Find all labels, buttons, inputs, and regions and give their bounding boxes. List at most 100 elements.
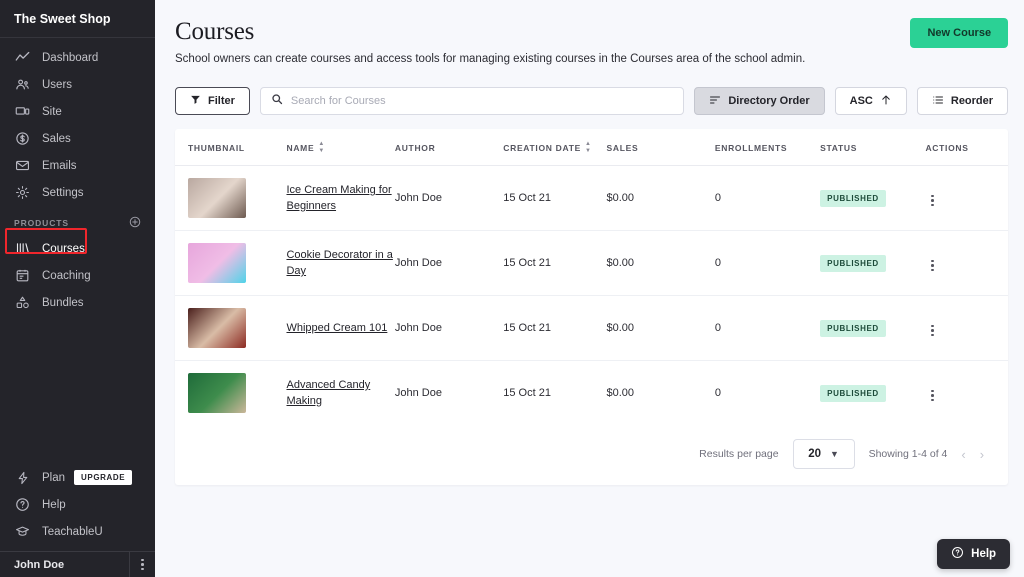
sidebar-item-label: Users (42, 79, 72, 91)
cell-sales: $0.00 (606, 166, 714, 231)
cell-status: PUBLISHED (820, 166, 925, 231)
row-actions-kebab-icon[interactable] (925, 323, 940, 339)
column-label: ACTIONS (925, 143, 968, 153)
sidebar-item-dashboard[interactable]: Dashboard (0, 44, 155, 71)
chevron-down-icon: ▼ (830, 449, 839, 459)
column-label: AUTHOR (395, 143, 436, 153)
sidebar-item-emails[interactable]: Emails (0, 152, 155, 179)
page-title: Courses (175, 18, 910, 46)
app-root: The Sweet Shop Dashboard Users Site (0, 0, 1024, 577)
kebab-dots (931, 390, 934, 402)
sidebar-item-plan[interactable]: Plan UPGRADE (0, 464, 155, 491)
column-name[interactable]: NAME ▲▼ (286, 129, 394, 166)
page-size-select[interactable]: 20 ▼ (793, 439, 855, 469)
new-course-button[interactable]: New Course (910, 18, 1008, 48)
cell-thumbnail (175, 296, 286, 361)
brand-title: The Sweet Shop (0, 0, 155, 38)
sidebar-item-settings[interactable]: Settings (0, 179, 155, 206)
cell-name: Cookie Decorator in a Day (286, 231, 394, 296)
chevron-right-icon[interactable]: › (980, 447, 984, 462)
column-enrollments: ENROLLMENTS (715, 129, 820, 166)
cell-status: PUBLISHED (820, 231, 925, 296)
course-name-link[interactable]: Whipped Cream 101 (286, 320, 387, 336)
sidebar-item-coaching[interactable]: Coaching (0, 262, 155, 289)
question-circle-icon (951, 546, 964, 562)
column-actions: ACTIONS (925, 129, 1008, 166)
courses-table: THUMBNAIL NAME ▲▼ AUTHOR CREATION DATE ▲… (175, 129, 1008, 425)
question-circle-icon (14, 496, 31, 513)
sidebar-nav: Dashboard Users Site Sales (0, 38, 155, 316)
page-arrows: ‹ › (961, 447, 984, 462)
directory-order-label: Directory Order (728, 95, 809, 107)
filter-button[interactable]: Filter (175, 87, 250, 115)
table-row: Ice Cream Making for BeginnersJohn Doe15… (175, 166, 1008, 231)
column-label: SALES (606, 143, 638, 153)
cell-author: John Doe (395, 296, 503, 361)
plus-circle-icon[interactable] (129, 216, 141, 230)
course-name-link[interactable]: Cookie Decorator in a Day (286, 247, 394, 279)
column-label: ENROLLMENTS (715, 143, 787, 153)
sidebar-item-help[interactable]: Help (0, 491, 155, 518)
column-label: STATUS (820, 143, 857, 153)
arrow-up-icon (880, 94, 892, 109)
status-badge: PUBLISHED (820, 255, 886, 272)
cell-author: John Doe (395, 361, 503, 426)
chevron-left-icon[interactable]: ‹ (961, 447, 965, 462)
cell-sales: $0.00 (606, 361, 714, 426)
page-header-text: Courses School owners can create courses… (175, 18, 910, 65)
cell-thumbnail (175, 166, 286, 231)
table-row: Whipped Cream 101John Doe15 Oct 21$0.000… (175, 296, 1008, 361)
help-widget-button[interactable]: Help (937, 539, 1010, 569)
table-row: Advanced Candy MakingJohn Doe15 Oct 21$0… (175, 361, 1008, 426)
cell-author: John Doe (395, 166, 503, 231)
sidebar-item-bundles[interactable]: Bundles (0, 289, 155, 316)
search-icon (271, 92, 283, 110)
sidebar-item-courses[interactable]: Courses (0, 235, 155, 262)
table-head: THUMBNAIL NAME ▲▼ AUTHOR CREATION DATE ▲… (175, 129, 1008, 166)
directory-order-button[interactable]: Directory Order (694, 87, 824, 115)
sidebar-user-footer[interactable]: John Doe (0, 551, 155, 577)
upgrade-button[interactable]: UPGRADE (74, 470, 132, 485)
reorder-button[interactable]: Reorder (917, 87, 1008, 115)
sidebar-item-label: Plan (42, 472, 65, 484)
gear-icon (14, 184, 31, 201)
row-actions-kebab-icon[interactable] (925, 193, 940, 209)
course-name-link[interactable]: Ice Cream Making for Beginners (286, 182, 394, 214)
results-per-page-label: Results per page (699, 448, 778, 460)
dollar-circle-icon (14, 130, 31, 147)
sidebar-item-label: Site (42, 106, 62, 118)
sidebar-item-users[interactable]: Users (0, 71, 155, 98)
courses-table-card: THUMBNAIL NAME ▲▼ AUTHOR CREATION DATE ▲… (175, 129, 1008, 485)
sort-arrows-icon[interactable]: ▲▼ (585, 141, 592, 154)
cell-creation-date: 15 Oct 21 (503, 166, 606, 231)
sidebar-item-teachableu[interactable]: TeachableU (0, 518, 155, 545)
column-status: STATUS (820, 129, 925, 166)
row-actions-kebab-icon[interactable] (925, 388, 940, 404)
course-thumbnail (188, 243, 246, 283)
column-sales: SALES (606, 129, 714, 166)
row-actions-kebab-icon[interactable] (925, 258, 940, 274)
page-subtitle: School owners can create courses and acc… (175, 53, 910, 65)
sidebar-item-label: Sales (42, 133, 71, 145)
asc-sort-button[interactable]: ASC (835, 87, 907, 115)
main-content: Courses School owners can create courses… (155, 0, 1024, 577)
status-badge: PUBLISHED (820, 190, 886, 207)
sort-arrows-icon[interactable]: ▲▼ (318, 141, 325, 154)
pagination: Results per page 20 ▼ Showing 1-4 of 4 ‹… (175, 425, 1008, 485)
sidebar-item-sales[interactable]: Sales (0, 125, 155, 152)
graduation-cap-icon (14, 523, 31, 540)
kebab-icon[interactable] (129, 552, 155, 577)
search-box[interactable] (260, 87, 684, 115)
sidebar-item-site[interactable]: Site (0, 98, 155, 125)
column-label: NAME (286, 143, 314, 153)
sidebar-bottom: Plan UPGRADE Help TeachableU (0, 464, 155, 551)
cell-enrollments: 0 (715, 166, 820, 231)
sidebar-item-label: Coaching (42, 270, 91, 282)
page-size-value: 20 (808, 448, 821, 460)
column-creation-date[interactable]: CREATION DATE ▲▼ (503, 129, 606, 166)
search-input[interactable] (291, 95, 673, 107)
page-header: Courses School owners can create courses… (175, 18, 1008, 65)
cell-status: PUBLISHED (820, 361, 925, 426)
course-name-link[interactable]: Advanced Candy Making (286, 377, 394, 409)
sidebar: The Sweet Shop Dashboard Users Site (0, 0, 155, 577)
